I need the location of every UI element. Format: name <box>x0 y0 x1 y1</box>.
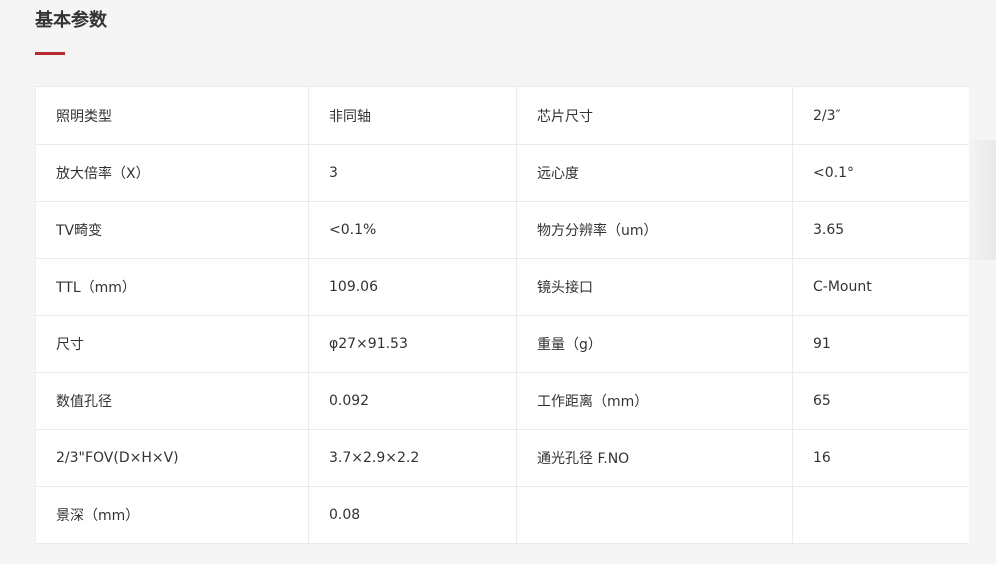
title-underline <box>35 52 65 55</box>
table-row: TTL（mm） 109.06 镜头接口 C-Mount <box>35 258 969 316</box>
param-value: 0.092 <box>308 372 517 430</box>
param-label: 镜头接口 <box>516 258 793 316</box>
param-label: 工作距离（mm） <box>516 372 793 430</box>
section-title: 基本参数 <box>35 10 107 31</box>
param-label: 照明类型 <box>35 86 309 145</box>
param-label: 重量（g） <box>516 315 793 373</box>
param-label: TTL（mm） <box>35 258 309 316</box>
table-row: 景深（mm） 0.08 <box>35 486 969 544</box>
table-row: 尺寸 φ27×91.53 重量（g） 91 <box>35 315 969 373</box>
param-label: 2/3"FOV(D×H×V) <box>35 429 309 487</box>
param-label: 物方分辨率（um） <box>516 201 793 259</box>
table-row: 2/3"FOV(D×H×V) 3.7×2.9×2.2 通光孔径 F.NO 16 <box>35 429 969 487</box>
param-value: 3.7×2.9×2.2 <box>308 429 517 487</box>
param-value: φ27×91.53 <box>308 315 517 373</box>
param-label: 远心度 <box>516 144 793 202</box>
param-label: 芯片尺寸 <box>516 86 793 145</box>
param-value: 0.08 <box>308 486 517 544</box>
param-label: TV畸变 <box>35 201 309 259</box>
table-row: TV畸变 <0.1% 物方分辨率（um） 3.65 <box>35 201 969 259</box>
param-label: 数值孔径 <box>35 372 309 430</box>
param-value: 91 <box>792 315 969 373</box>
param-value: 2/3″ <box>792 86 969 145</box>
param-value: 65 <box>792 372 969 430</box>
param-value: 16 <box>792 429 969 487</box>
edge-shadow <box>966 140 996 260</box>
param-label: 放大倍率（X） <box>35 144 309 202</box>
param-value: C-Mount <box>792 258 969 316</box>
param-label: 景深（mm） <box>35 486 309 544</box>
parameter-table: 照明类型 非同轴 芯片尺寸 2/3″ 放大倍率（X） 3 远心度 <0.1° T… <box>35 86 969 544</box>
param-label: 通光孔径 F.NO <box>516 429 793 487</box>
param-value: 3 <box>308 144 517 202</box>
param-label: 尺寸 <box>35 315 309 373</box>
table-row: 数值孔径 0.092 工作距离（mm） 65 <box>35 372 969 430</box>
param-value: 109.06 <box>308 258 517 316</box>
param-label <box>516 486 793 544</box>
table-row: 照明类型 非同轴 芯片尺寸 2/3″ <box>35 86 969 145</box>
param-value <box>792 486 969 544</box>
param-value: 3.65 <box>792 201 969 259</box>
table-row: 放大倍率（X） 3 远心度 <0.1° <box>35 144 969 202</box>
param-value: 非同轴 <box>308 86 517 145</box>
param-value: <0.1% <box>308 201 517 259</box>
param-value: <0.1° <box>792 144 969 202</box>
